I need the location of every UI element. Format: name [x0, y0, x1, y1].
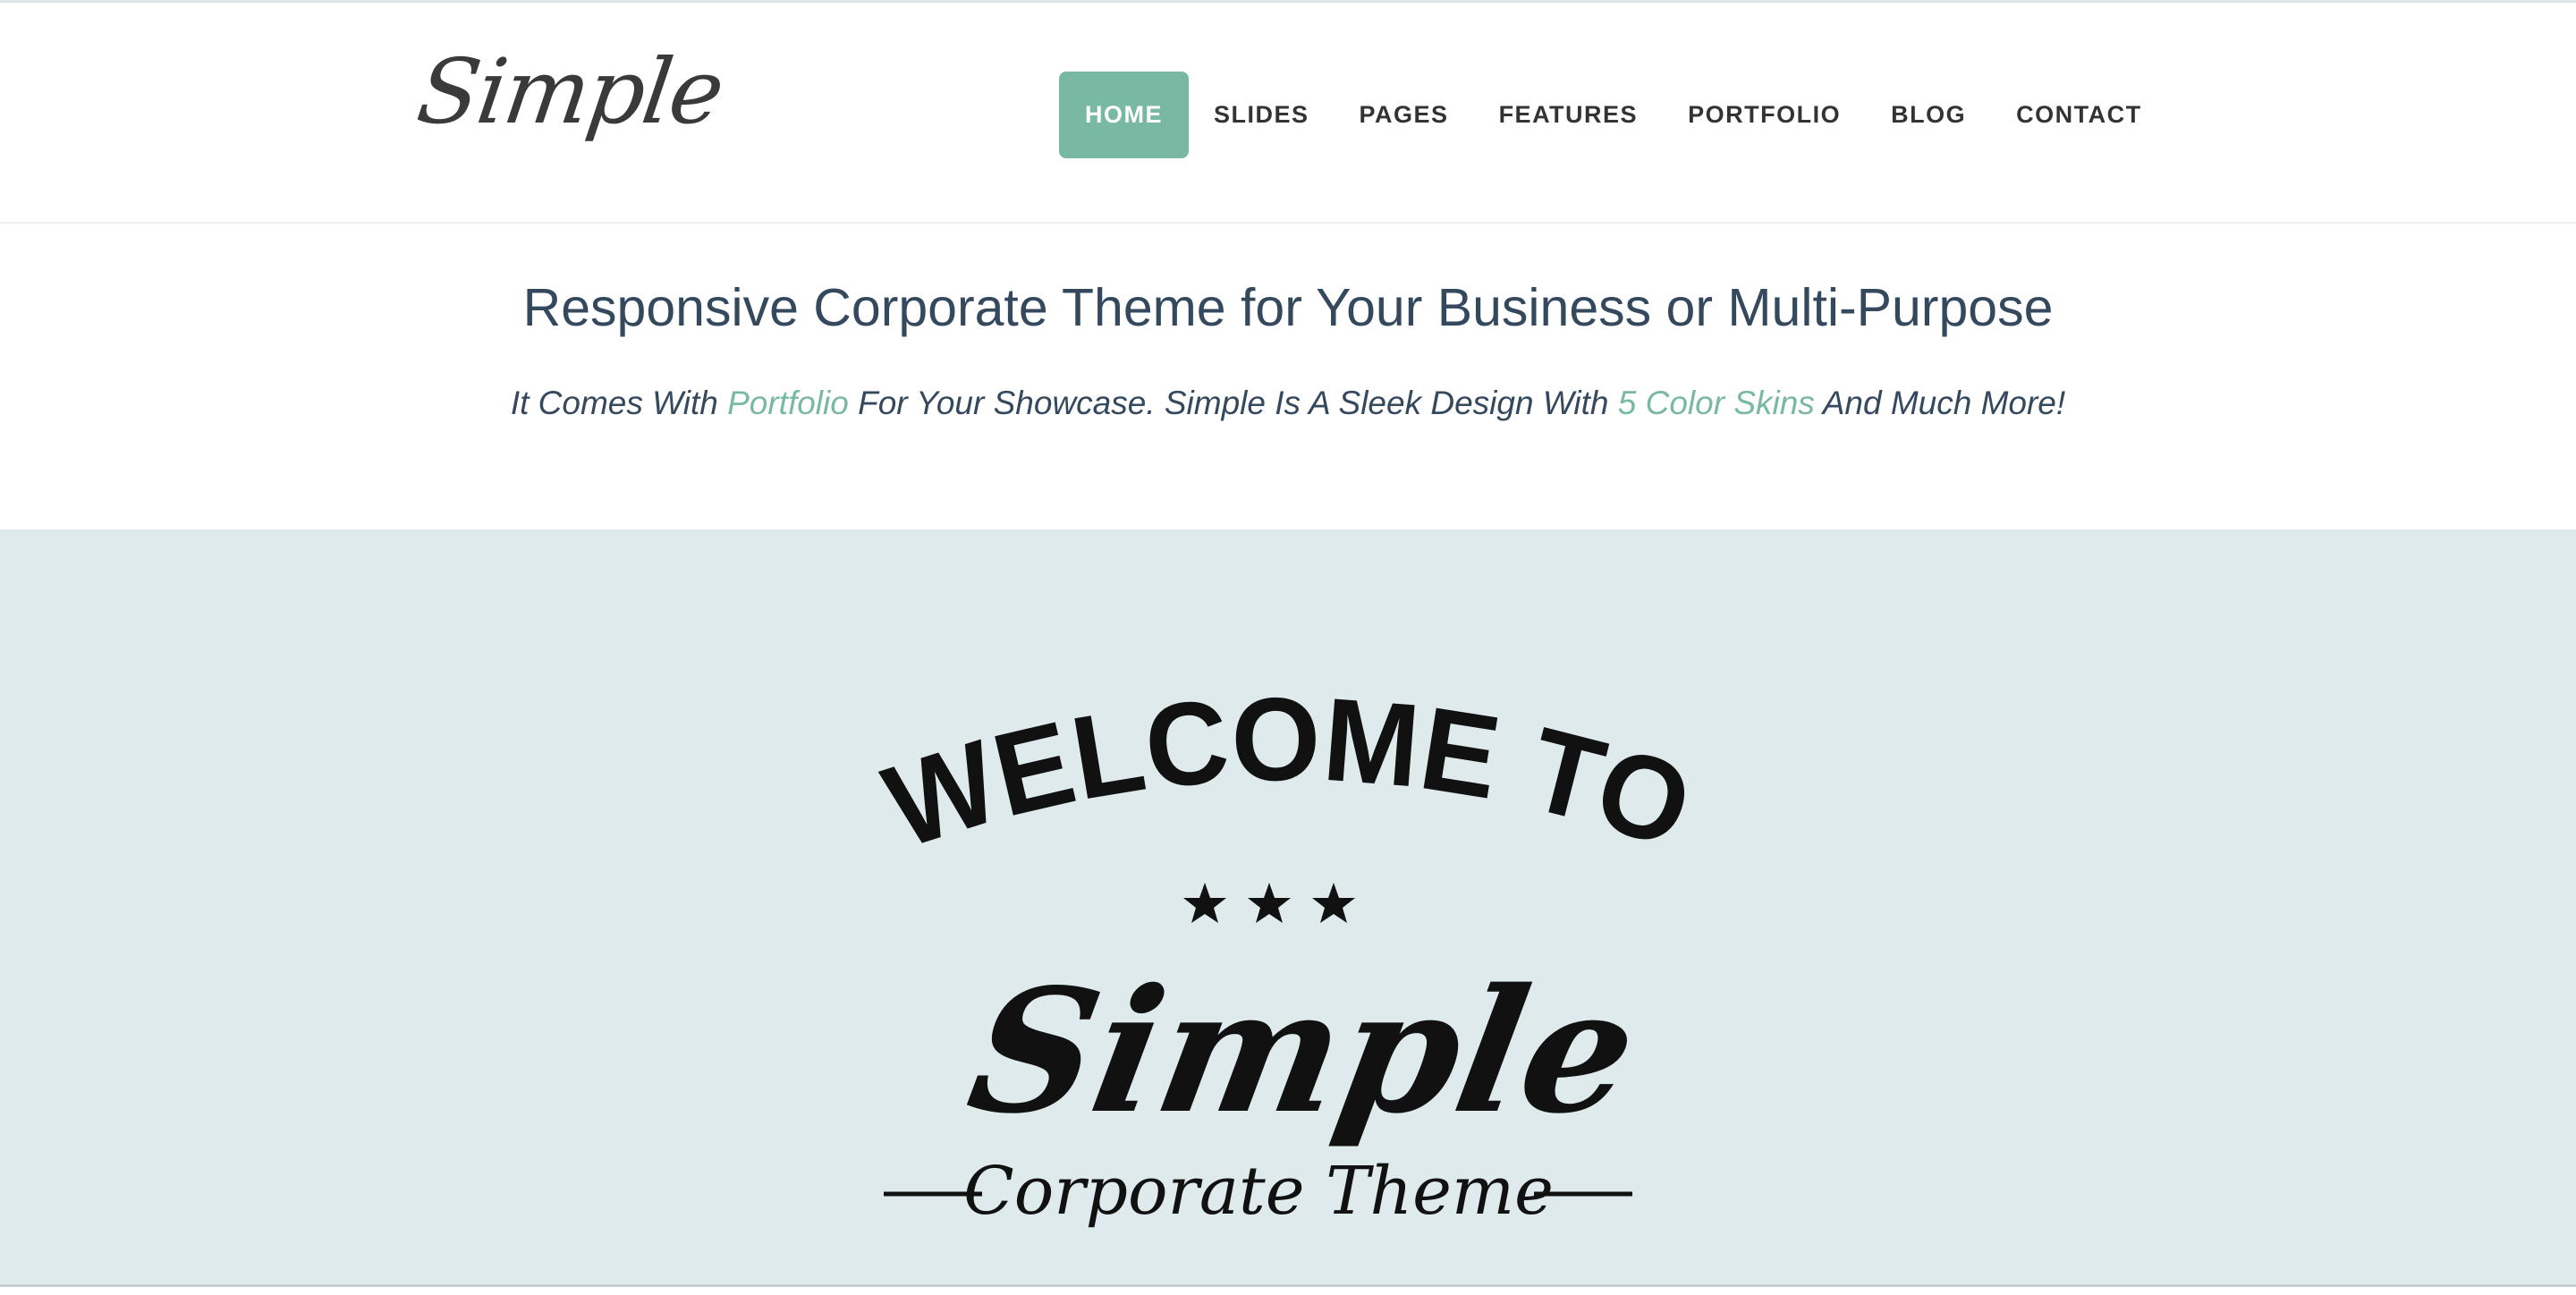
nav-home[interactable]: HOME [1059, 72, 1189, 158]
welcome-badge-graphic: WELCOME TO Simple Corporate Theme [870, 681, 1707, 1230]
hero-brand: Simple [956, 952, 1650, 1151]
site-header: Simple HOME SLIDES PAGES FEATURES PORTFO… [0, 3, 2576, 224]
star-icon [1248, 883, 1291, 923]
intro-subtitle-text-2: For Your Showcase. Simple Is A Sleek Des… [848, 385, 1618, 421]
star-icon [1312, 883, 1355, 923]
nav-slides[interactable]: SLIDES [1189, 72, 1335, 158]
welcome-headline: WELCOME TO [870, 681, 1707, 874]
hero-tagline: Corporate Theme [963, 1153, 1554, 1230]
star-icon [1183, 883, 1226, 923]
color-skins-link[interactable]: 5 Color Skins [1618, 385, 1815, 421]
nav-portfolio[interactable]: PORTFOLIO [1663, 72, 1866, 158]
welcome-badge: WELCOME TO Simple Corporate Theme [859, 681, 1717, 1263]
intro-title: Responsive Corporate Theme for Your Busi… [522, 278, 2054, 337]
hero-slider: WELCOME TO Simple Corporate Theme [0, 529, 2576, 1285]
page-below-fold [0, 1287, 2576, 1295]
nav-features[interactable]: FEATURES [1474, 72, 1664, 158]
nav-contact[interactable]: CONTACT [1991, 72, 2166, 158]
intro-subtitle: It Comes With Portfolio For Your Showcas… [0, 385, 2576, 422]
intro-subtitle-text-3: And Much More! [1814, 385, 2066, 421]
site-logo[interactable]: Simple [411, 39, 729, 144]
nav-blog[interactable]: BLOG [1866, 72, 1991, 158]
main-nav: HOME SLIDES PAGES FEATURES PORTFOLIO BLO… [1059, 72, 2167, 158]
intro-subtitle-text-1: It Comes With [510, 385, 728, 421]
intro-section: Responsive Corporate Theme for Your Busi… [0, 224, 2576, 529]
star-icon-group [1183, 883, 1355, 923]
nav-pages[interactable]: PAGES [1335, 72, 1474, 158]
portfolio-link[interactable]: Portfolio [727, 385, 849, 421]
